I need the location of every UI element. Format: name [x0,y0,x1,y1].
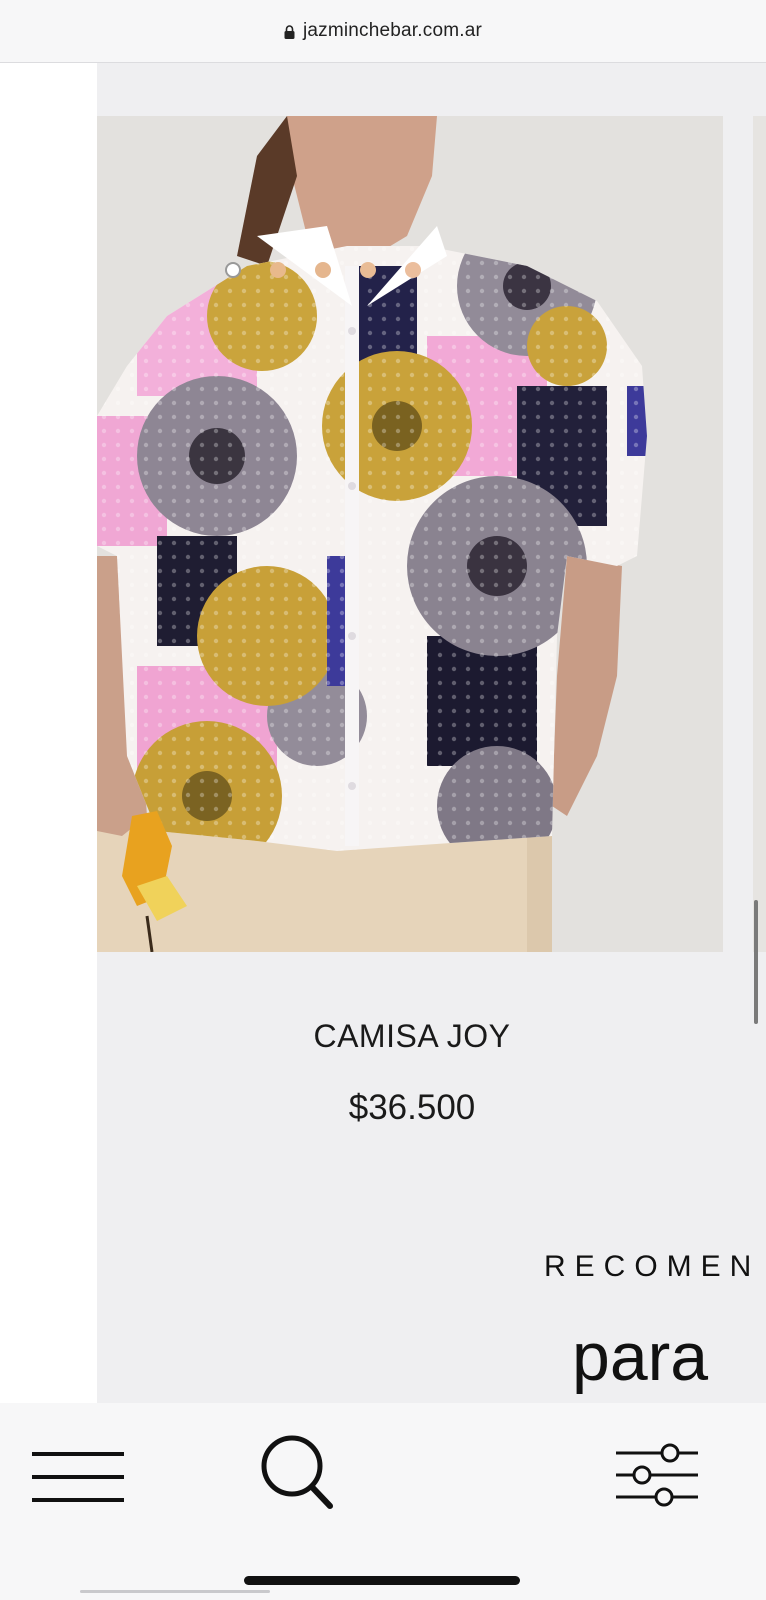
left-panel [0,63,97,1403]
color-swatch[interactable] [270,262,286,278]
search-button[interactable] [258,1432,338,1514]
color-swatch[interactable] [405,262,421,278]
search-icon [261,1435,333,1509]
lock-icon [284,25,295,39]
color-swatch[interactable] [360,262,376,278]
product-name[interactable]: CAMISA JOY [97,1018,727,1055]
next-product-image[interactable] [753,116,766,952]
color-swatch[interactable] [315,262,331,278]
section-heading: RECOMEN [544,1250,761,1283]
product-image[interactable] [97,116,723,952]
url-text: jazminchebar.com.ar [302,20,483,41]
menu-icon [32,1452,124,1502]
home-indicator[interactable] [244,1576,520,1585]
menu-button[interactable] [30,1448,130,1510]
filter-icon [616,1443,698,1507]
tab-scroll-indicator [80,1590,270,1593]
product-price: $36.500 [348,1088,476,1127]
filter-button[interactable] [612,1441,702,1511]
color-swatches [225,262,421,278]
scrollbar[interactable] [754,900,758,1024]
color-swatch[interactable] [225,262,241,278]
browser-address-bar[interactable]: jazminchebar.com.ar [0,0,766,63]
section-subheading: para [572,1319,709,1395]
